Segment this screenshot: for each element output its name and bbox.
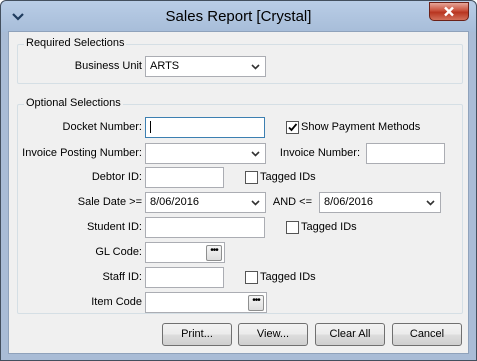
show-payment-methods-checkbox[interactable] — [286, 121, 299, 134]
item-code-field[interactable]: ••• — [145, 292, 267, 313]
sale-date-to-label: AND <= — [272, 196, 312, 208]
close-button[interactable] — [429, 2, 469, 21]
sales-report-window: Sales Report [Crystal] Required Selectio… — [0, 0, 477, 361]
debtor-tagged-ids-checkbox[interactable] — [245, 171, 258, 184]
invoice-posting-number-select[interactable] — [145, 143, 266, 164]
text-cursor — [150, 121, 151, 134]
staff-tagged-ids-label[interactable]: Tagged IDs — [260, 271, 316, 283]
staff-id-field[interactable] — [145, 267, 224, 288]
view-button[interactable]: View... — [238, 323, 308, 346]
sale-date-to-picker[interactable]: 8/06/2016 — [319, 192, 441, 213]
close-icon — [444, 6, 454, 17]
title-bar[interactable]: Sales Report [Crystal] — [1, 1, 476, 32]
business-unit-value: ARTS — [150, 60, 180, 72]
student-id-label: Student ID: — [86, 221, 142, 233]
gl-code-label: GL Code: — [95, 246, 142, 258]
business-unit-label: Business Unit — [74, 60, 142, 72]
gl-code-browse-button[interactable]: ••• — [206, 245, 222, 261]
debtor-id-label: Debtor ID: — [91, 171, 142, 183]
student-id-field[interactable] — [145, 217, 265, 238]
sale-date-from-value: 8/06/2016 — [150, 196, 199, 208]
sale-date-to-value: 8/06/2016 — [324, 196, 373, 208]
student-tagged-ids-checkbox[interactable] — [286, 221, 299, 234]
window-title: Sales Report [Crystal] — [165, 8, 312, 25]
required-selections-title: Required Selections — [24, 37, 127, 49]
staff-tagged-ids-checkbox[interactable] — [245, 271, 258, 284]
dialog-body: Required Selections Business Unit ARTS O… — [8, 31, 469, 354]
debtor-tagged-ids-label[interactable]: Tagged IDs — [260, 171, 316, 183]
sale-date-from-picker[interactable]: 8/06/2016 — [145, 192, 266, 213]
chevron-down-icon — [251, 151, 260, 157]
sale-date-from-label: Sale Date >= — [77, 196, 142, 208]
invoice-number-field[interactable] — [366, 143, 445, 164]
invoice-number-label: Invoice Number: — [279, 147, 360, 159]
check-icon — [288, 123, 298, 132]
chevron-down-icon — [426, 200, 435, 206]
docket-number-field[interactable] — [145, 117, 265, 138]
docket-number-label: Docket Number: — [62, 121, 142, 133]
item-code-label: Item Code — [91, 296, 142, 308]
business-unit-select[interactable]: ARTS — [145, 56, 266, 77]
print-button[interactable]: Print... — [162, 323, 232, 346]
chevron-down-icon — [251, 200, 260, 206]
staff-id-label: Staff ID: — [102, 271, 142, 283]
invoice-posting-number-label: Invoice Posting Number: — [22, 147, 142, 159]
chevron-down-icon — [251, 64, 260, 70]
debtor-id-field[interactable] — [145, 167, 224, 188]
cancel-button[interactable]: Cancel — [392, 323, 462, 346]
student-tagged-ids-label[interactable]: Tagged IDs — [301, 221, 357, 233]
item-code-browse-button[interactable]: ••• — [248, 295, 264, 311]
ellipsis-icon: ••• — [210, 245, 218, 256]
gl-code-field[interactable]: ••• — [145, 242, 225, 263]
ellipsis-icon: ••• — [252, 295, 260, 306]
clear-all-button[interactable]: Clear All — [315, 323, 385, 346]
show-payment-methods-label[interactable]: Show Payment Methods — [301, 121, 420, 133]
optional-selections-title: Optional Selections — [24, 97, 123, 109]
